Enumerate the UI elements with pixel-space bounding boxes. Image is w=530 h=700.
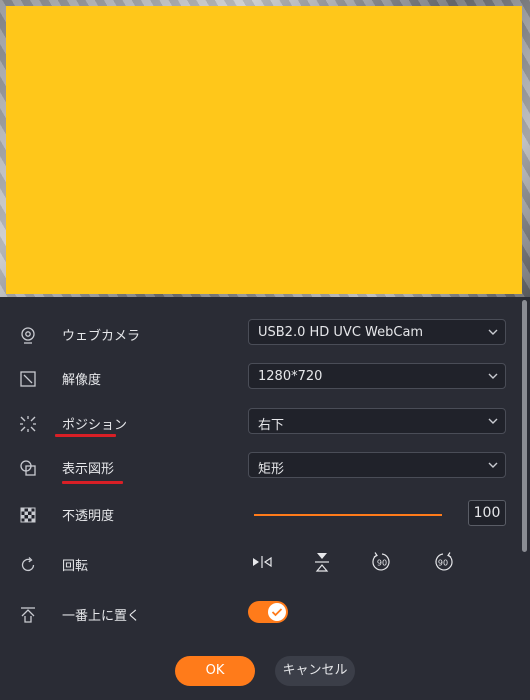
shape-label: 表示図形 [62,462,115,477]
chevron-down-icon [488,462,498,468]
opacity-slider[interactable] [254,514,442,516]
ok-button[interactable]: OK [175,656,255,686]
resolution-label: 解像度 [62,373,102,388]
rotate-left-90-icon[interactable]: 90 [371,551,393,573]
shape-value: 矩形 [258,462,285,477]
webcam-select[interactable]: USB2.0 HD UVC WebCam [248,319,506,345]
webcam-value: USB2.0 HD UVC WebCam [258,325,424,340]
webcam-label: ウェブカメラ [62,329,141,344]
position-value: 右下 [258,418,285,433]
scrollbar[interactable] [522,300,527,552]
toggle-knob [268,603,286,621]
resolution-row: 解像度 1280*720 [0,361,520,395]
position-underline [55,434,116,437]
flip-vertical-icon[interactable] [311,551,333,573]
rotate-right-90-text: 90 [438,559,448,568]
shape-row: 表示図形 矩形 [0,450,520,484]
webcam-icon [18,325,38,345]
opacity-value-input[interactable]: 100 [468,500,506,526]
always-on-top-label: 一番上に置く [62,609,141,624]
position-icon [18,414,38,434]
rotate-left-90-text: 90 [377,559,387,568]
checkmark-icon [271,608,283,617]
always-on-top-row: 一番上に置く [0,597,520,631]
position-select[interactable]: 右下 [248,408,506,434]
opacity-label: 不透明度 [62,509,115,524]
shape-select[interactable]: 矩形 [248,452,506,478]
resolution-select[interactable]: 1280*720 [248,363,506,389]
opacity-icon [18,505,38,525]
flip-horizontal-icon[interactable] [251,551,273,573]
rotate-icon [18,555,38,575]
shape-underline [62,481,123,484]
opacity-row: 不透明度 100 [0,497,520,531]
resolution-icon [18,369,38,389]
resolution-value: 1280*720 [258,369,323,384]
rotation-row: 回転 90 90 [0,547,520,581]
position-label: ポジション [62,418,128,433]
chevron-down-icon [488,373,498,379]
rotate-right-90-icon[interactable]: 90 [432,551,454,573]
chevron-down-icon [488,418,498,424]
chevron-down-icon [488,329,498,335]
bring-to-top-icon [18,605,38,625]
shape-icon [18,458,38,478]
rotation-label: 回転 [62,559,89,574]
always-on-top-toggle[interactable] [248,601,288,623]
webcam-preview [0,0,530,300]
cancel-button[interactable]: キャンセル [275,656,355,686]
position-row: ポジション 右下 [0,406,520,440]
webcam-overlay-rectangle [6,6,522,294]
webcam-row: ウェブカメラ USB2.0 HD UVC WebCam [0,317,520,351]
